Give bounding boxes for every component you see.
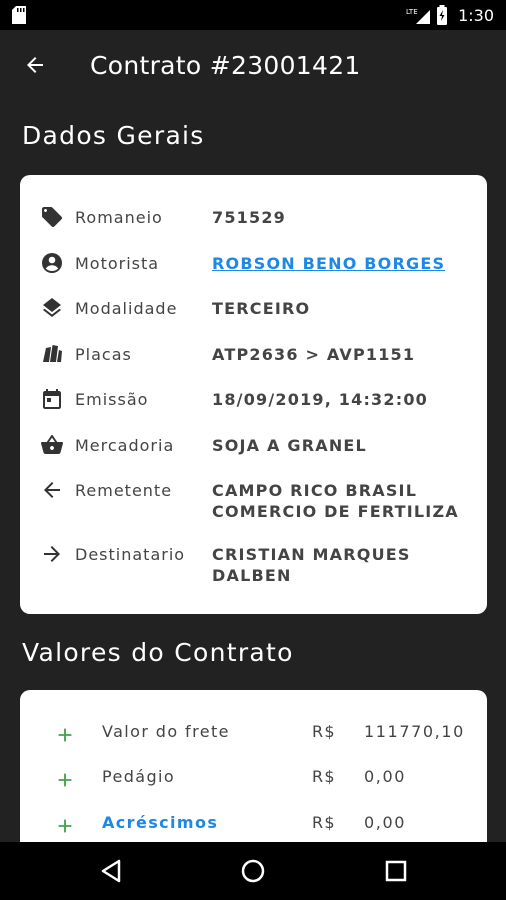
tag-icon: [42, 207, 62, 227]
label-placas: Placas: [75, 345, 132, 364]
plus-icon: [58, 819, 72, 833]
nav-recents-icon[interactable]: [381, 856, 411, 886]
section-title-values: Valores do Contrato: [22, 638, 294, 667]
back-button[interactable]: [0, 30, 70, 100]
value-modalidade: TERCEIRO: [212, 299, 311, 318]
label-modalidade: Modalidade: [75, 299, 178, 318]
lte-signal-icon: LTE: [406, 8, 431, 24]
layers-icon: [43, 298, 61, 317]
label-motorista: Motorista: [75, 254, 160, 273]
frete-currency: R$: [312, 722, 336, 741]
value-row-frete: Valor do frete R$ 111770,10: [20, 722, 487, 752]
page-title: Contrato #23001421: [90, 50, 361, 80]
value-mercadoria: SOJA A GRANEL: [212, 436, 367, 455]
plates-icon: [43, 345, 62, 362]
navigation-bar: [0, 842, 506, 900]
account-circle-icon: [42, 253, 62, 273]
value-remetente: CAMPO RICO BRASIL COMERCIO DE FERTILIZA: [212, 481, 459, 521]
nav-home-icon[interactable]: [238, 856, 268, 886]
label-emissao: Emissão: [75, 390, 149, 409]
nav-back-icon[interactable]: [97, 856, 127, 886]
label-remetente: Remetente: [75, 481, 173, 500]
frete-amount: 111770,10: [364, 722, 465, 741]
value-row-acrescimos: Acréscimos R$ 0,00: [20, 813, 487, 843]
pedagio-currency: R$: [312, 767, 336, 786]
pedagio-label: Pedágio: [102, 767, 176, 786]
plus-icon: [58, 728, 72, 742]
calendar-icon: [43, 389, 61, 409]
acrescimos-currency: R$: [312, 813, 336, 832]
value-destinatario: CRISTIAN MARQUES DALBEN: [212, 545, 411, 585]
status-bar: LTE 1:30: [0, 0, 506, 30]
value-emissao: 18/09/2019, 14:32:00: [212, 390, 428, 409]
battery-icon: [437, 5, 448, 25]
label-destinatario: Destinatario: [75, 545, 186, 564]
value-row-pedagio: Pedágio R$ 0,00: [20, 767, 487, 797]
label-romaneio: Romaneio: [75, 208, 163, 227]
arrow-left-icon: [44, 482, 60, 498]
general-data-card: Romaneio 751529 Motorista ROBSON BENO BO…: [20, 175, 487, 614]
value-placas: ATP2636 > AVP1151: [212, 345, 416, 364]
label-mercadoria: Mercadoria: [75, 436, 175, 455]
acrescimos-link[interactable]: Acréscimos: [102, 813, 218, 832]
pedagio-amount: 0,00: [364, 767, 407, 786]
frete-label: Valor do frete: [102, 722, 230, 741]
driver-link[interactable]: ROBSON BENO BORGES: [212, 253, 472, 274]
basket-icon: [41, 435, 63, 454]
sd-card-icon: [12, 6, 26, 24]
status-time: 1:30: [458, 5, 494, 25]
svg-text:LTE: LTE: [406, 8, 418, 16]
plus-icon: [58, 773, 72, 787]
arrow-back-icon: [27, 57, 43, 73]
value-romaneio: 751529: [212, 208, 286, 227]
section-title-general: Dados Gerais: [22, 121, 205, 150]
arrow-right-icon: [44, 546, 60, 562]
acrescimos-amount: 0,00: [364, 813, 407, 832]
app-bar: Contrato #23001421: [0, 30, 506, 100]
